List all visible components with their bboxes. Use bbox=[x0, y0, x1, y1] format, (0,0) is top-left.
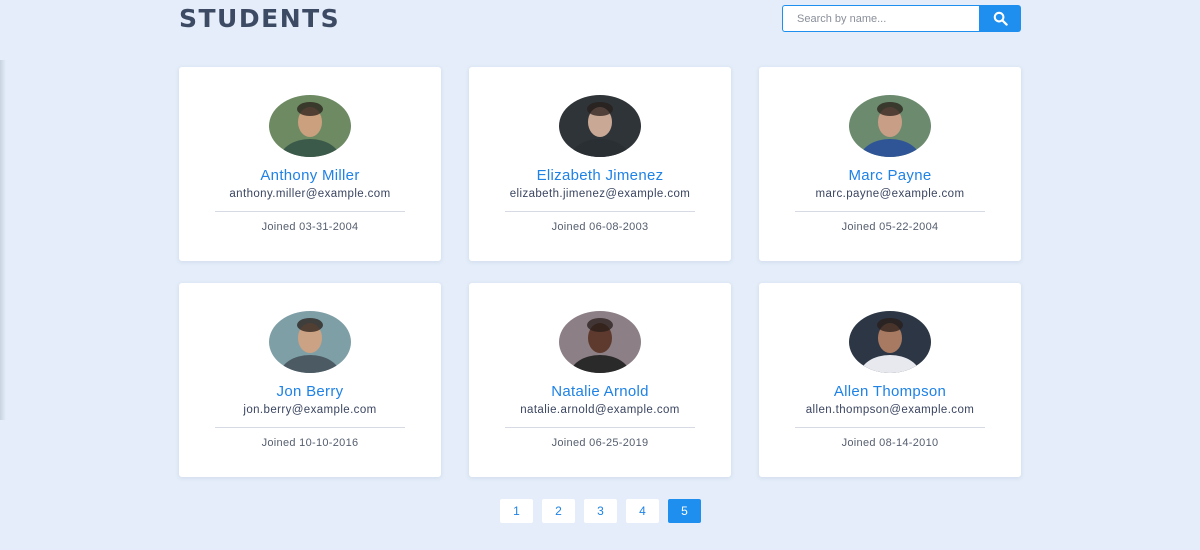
student-avatar[interactable] bbox=[269, 95, 351, 157]
student-card[interactable]: Marc Payne marc.payne@example.com Joined… bbox=[759, 67, 1021, 261]
student-name[interactable]: Jon Berry bbox=[179, 383, 441, 400]
joined-date: Joined 03-31-2004 bbox=[261, 221, 359, 233]
page-button-1[interactable]: 1 bbox=[500, 499, 533, 523]
student-avatar[interactable] bbox=[269, 311, 351, 373]
student-avatar[interactable] bbox=[849, 311, 931, 373]
joined-date: Joined 08-14-2010 bbox=[841, 437, 939, 449]
page-title: STUDENTS bbox=[179, 4, 341, 33]
student-card[interactable]: Anthony Miller anthony.miller@example.co… bbox=[179, 67, 441, 261]
card-divider bbox=[505, 427, 695, 428]
page-button-3[interactable]: 3 bbox=[584, 499, 617, 523]
joined-date: Joined 06-25-2019 bbox=[551, 437, 649, 449]
student-name[interactable]: Natalie Arnold bbox=[469, 383, 731, 400]
joined-date: Joined 10-10-2016 bbox=[261, 437, 359, 449]
card-divider bbox=[795, 427, 985, 428]
student-avatar[interactable] bbox=[559, 95, 641, 157]
search-bar bbox=[782, 5, 1021, 32]
student-avatar[interactable] bbox=[559, 311, 641, 373]
window-edge-shadow bbox=[0, 60, 6, 420]
page-header: STUDENTS bbox=[179, 0, 1021, 40]
student-card[interactable]: Elizabeth Jimenez elizabeth.jimenez@exam… bbox=[469, 67, 731, 261]
student-card[interactable]: Jon Berry jon.berry@example.com Joined 1… bbox=[179, 283, 441, 477]
search-input[interactable] bbox=[782, 5, 979, 32]
student-card[interactable]: Allen Thompson allen.thompson@example.co… bbox=[759, 283, 1021, 477]
student-email: marc.payne@example.com bbox=[815, 188, 965, 200]
student-email: anthony.miller@example.com bbox=[229, 188, 391, 200]
pagination: 1 2 3 4 5 bbox=[500, 499, 701, 523]
joined-date: Joined 05-22-2004 bbox=[841, 221, 939, 233]
student-email: elizabeth.jimenez@example.com bbox=[509, 188, 691, 200]
card-divider bbox=[505, 211, 695, 212]
student-name[interactable]: Marc Payne bbox=[759, 167, 1021, 184]
search-icon bbox=[993, 11, 1008, 26]
page-button-4[interactable]: 4 bbox=[626, 499, 659, 523]
student-name[interactable]: Elizabeth Jimenez bbox=[469, 167, 731, 184]
student-card[interactable]: Natalie Arnold natalie.arnold@example.co… bbox=[469, 283, 731, 477]
student-avatar[interactable] bbox=[849, 95, 931, 157]
card-divider bbox=[215, 427, 405, 428]
student-name[interactable]: Anthony Miller bbox=[179, 167, 441, 184]
student-email: jon.berry@example.com bbox=[243, 404, 377, 416]
joined-date: Joined 06-08-2003 bbox=[551, 221, 649, 233]
student-name[interactable]: Allen Thompson bbox=[759, 383, 1021, 400]
card-divider bbox=[795, 211, 985, 212]
page-button-5[interactable]: 5 bbox=[668, 499, 701, 523]
card-divider bbox=[215, 211, 405, 212]
student-grid: Anthony Miller anthony.miller@example.co… bbox=[179, 67, 1021, 477]
page-button-2[interactable]: 2 bbox=[542, 499, 575, 523]
search-button[interactable] bbox=[979, 5, 1021, 32]
student-email: allen.thompson@example.com bbox=[805, 404, 975, 416]
student-email: natalie.arnold@example.com bbox=[520, 404, 680, 416]
